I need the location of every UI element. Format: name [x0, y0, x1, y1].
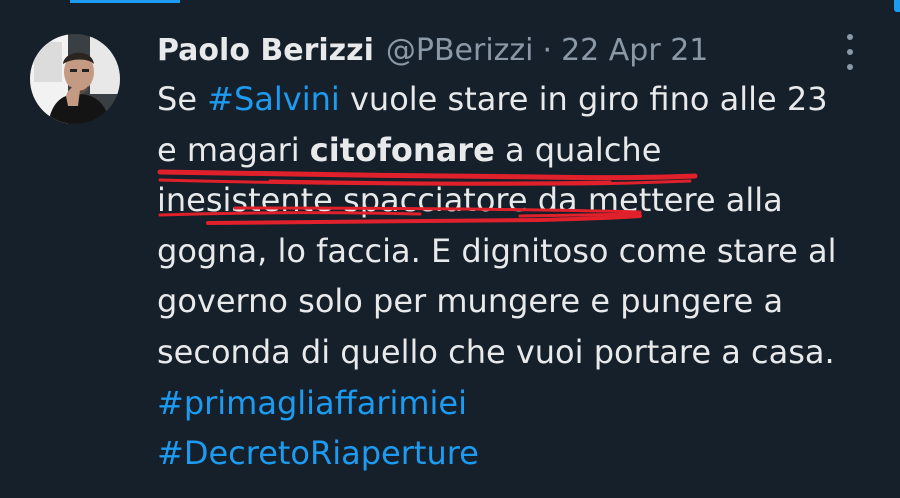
- tweet-date[interactable]: 22 Apr 21: [561, 33, 708, 68]
- more-options-icon[interactable]: [838, 34, 862, 70]
- author-handle[interactable]: @PBerizzi: [386, 33, 534, 68]
- more-dot: [847, 64, 853, 70]
- header-separator: ·: [542, 32, 553, 68]
- text-line: governo solo per mungere e pungere a: [157, 282, 784, 321]
- hashtag-salvini[interactable]: #Salvini: [207, 80, 340, 118]
- top-accent-corner: [894, 0, 900, 12]
- avatar-photo: [30, 34, 120, 124]
- hashtag-decretoriaperture[interactable]: #DecretoRiaperture: [157, 428, 877, 479]
- avatar[interactable]: [30, 34, 120, 124]
- text-segment: a qualche: [494, 130, 662, 169]
- bold-word: citofonare: [309, 130, 495, 169]
- text-line: e magari citofonare a qualche: [157, 125, 877, 176]
- text-line: gogna, lo faccia. E dignitoso come stare…: [157, 231, 837, 270]
- text-line: Se #Salvini vuole stare in giro fino all…: [157, 74, 877, 125]
- text-line: seconda di quello che vuoi portare a cas…: [157, 332, 835, 371]
- text-line: inesistente spacciatore da mettere alla: [157, 181, 783, 220]
- author-name[interactable]: Paolo Berizzi: [157, 33, 374, 68]
- text-segment: Se: [157, 80, 208, 118]
- text-segment: vuole stare in giro fino alle 23: [339, 80, 828, 118]
- more-dot: [847, 49, 853, 55]
- hashtag-primagliaffarimiei[interactable]: #primagliaffarimiei: [157, 378, 877, 429]
- top-accent-bar: [70, 0, 180, 3]
- more-dot: [847, 34, 853, 40]
- tweet-header: Paolo Berizzi @PBerizzi · 22 Apr 21: [157, 26, 708, 74]
- text-segment: e magari: [157, 130, 310, 169]
- tweet-text: Se #Salvini vuole stare in giro fino all…: [157, 74, 877, 479]
